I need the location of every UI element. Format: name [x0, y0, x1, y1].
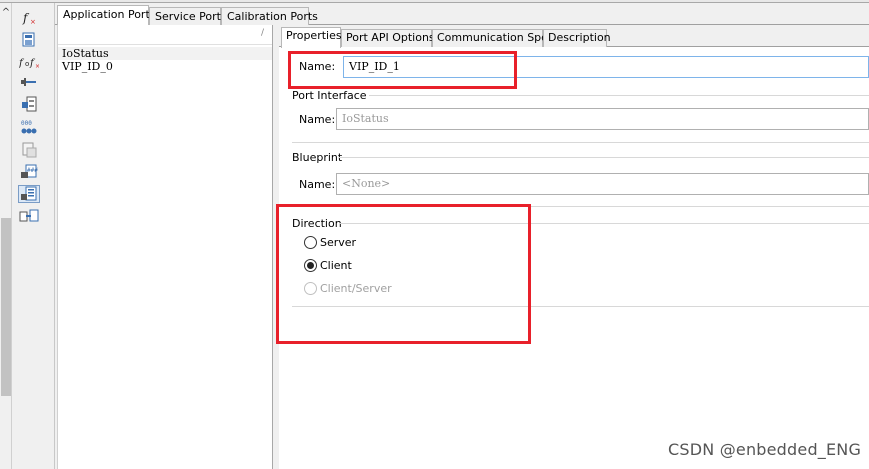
- save-port-icon[interactable]: [18, 31, 40, 49]
- ports-tab-strip: Application Ports Service Ports Calibrat…: [55, 3, 869, 27]
- scroll-up-icon[interactable]: ^: [0, 7, 12, 19]
- toolbar: f × f o f × 000 ###: [13, 3, 55, 469]
- group-divider: [339, 157, 869, 158]
- annotation-box-name: [288, 51, 517, 89]
- tab-port-api-options[interactable]: Port API Options: [341, 29, 435, 47]
- tab-calibration-ports[interactable]: Calibration Ports: [221, 7, 318, 26]
- svg-text:###: ###: [27, 167, 38, 174]
- port-add-icon[interactable]: ###: [18, 163, 40, 181]
- watermark: CSDN @enbedded_ENG: [668, 440, 862, 459]
- tab-label: Properties: [286, 29, 342, 42]
- tab-label: Description: [548, 31, 611, 44]
- function-compose-icon[interactable]: f o f ×: [18, 53, 40, 71]
- tab-service-ports[interactable]: Service Ports: [149, 7, 227, 26]
- port-interface-title: Port Interface: [292, 89, 367, 102]
- svg-text:×: ×: [35, 63, 39, 69]
- svg-text:o: o: [25, 60, 29, 68]
- group-divider: [369, 95, 869, 96]
- tab-communication-spec[interactable]: Communication Spec: [432, 29, 554, 47]
- blueprint-name-field: <None>: [336, 173, 869, 195]
- file-icon[interactable]: [18, 141, 40, 159]
- group-divider: [292, 142, 869, 143]
- list-item[interactable]: VIP_ID_0: [58, 60, 272, 73]
- function-icon[interactable]: f ×: [18, 9, 40, 27]
- sort-indicator[interactable]: /: [261, 28, 264, 38]
- annotation-box-direction: [276, 204, 531, 344]
- port-interface-name-field: IoStatus: [336, 108, 869, 130]
- tab-label: Application Ports: [63, 8, 156, 21]
- tab-application-ports[interactable]: Application Ports: [57, 5, 156, 27]
- tab-label: Service Ports: [155, 10, 227, 23]
- svg-text:×: ×: [30, 18, 36, 26]
- properties-tab-strip: Properties Port API Options Communicatio…: [279, 25, 869, 48]
- component-icon[interactable]: [18, 96, 40, 114]
- tab-label: Communication Spec: [437, 31, 554, 44]
- scrollbar-thumb[interactable]: [1, 218, 11, 396]
- blueprint-name-label: Name:: [299, 178, 336, 191]
- list-header[interactable]: /: [58, 25, 272, 45]
- tab-label: Calibration Ports: [227, 10, 318, 23]
- tab-label: Port API Options: [346, 31, 435, 44]
- connector-icon[interactable]: [18, 73, 40, 91]
- port-list: / IoStatus VIP_ID_0: [57, 25, 273, 469]
- list-item[interactable]: IoStatus: [58, 47, 272, 60]
- port-interface-name-label: Name:: [299, 113, 336, 126]
- svg-text:f: f: [22, 11, 30, 25]
- tab-description[interactable]: Description: [543, 29, 611, 47]
- tab-properties[interactable]: Properties: [281, 27, 342, 48]
- ports-grid-icon[interactable]: 000: [18, 118, 40, 136]
- blueprint-title: Blueprint: [292, 151, 343, 164]
- svg-text:000: 000: [21, 120, 32, 127]
- vertical-scrollbar[interactable]: ^: [0, 3, 12, 469]
- port-map-icon[interactable]: [18, 207, 40, 225]
- port-list-icon[interactable]: [18, 185, 40, 203]
